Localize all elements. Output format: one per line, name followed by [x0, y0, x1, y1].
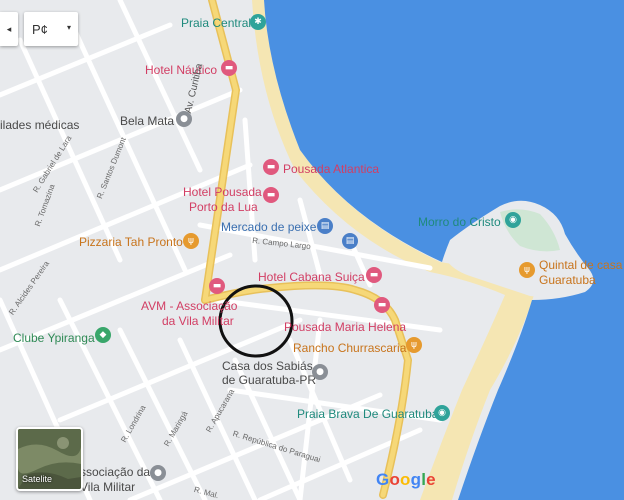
sports-icon[interactable]: ◆	[95, 327, 111, 343]
poi-bela-mata-label[interactable]: Bela Mata	[120, 114, 174, 128]
camera-icon[interactable]: ◉	[505, 212, 521, 228]
google-logo-letter: e	[426, 470, 436, 489]
poi-pousada-atlantica-label[interactable]: Pousada Atlantica	[283, 162, 379, 176]
map-base-layer	[0, 0, 624, 500]
google-logo-letter: o	[389, 470, 401, 489]
poi-hotel-nautico-label[interactable]: Hotel Náutico	[145, 63, 217, 77]
google-logo-letter: g	[410, 470, 422, 489]
hotel-icon[interactable]: ▬	[263, 159, 279, 175]
poi-mercado-label[interactable]: Mercado de peixe	[221, 220, 316, 234]
satellite-toggle-button[interactable]: Satelite	[16, 427, 83, 491]
google-logo: Google	[376, 470, 436, 490]
satellite-label: Satelite	[22, 474, 53, 484]
camera-icon[interactable]: ◉	[434, 405, 450, 421]
poi-rancho-label[interactable]: Rancho Churrascaria	[293, 341, 406, 355]
poi-praia-brava-label[interactable]: Praia Brava De Guaratuba	[297, 407, 438, 421]
hotel-icon[interactable]: ▬	[209, 278, 225, 294]
poi-praia-central-label[interactable]: Praia Central	[181, 16, 251, 30]
chevron-down-icon: ▾	[66, 23, 71, 32]
map-type-select[interactable]: P¢ ▾	[24, 12, 78, 46]
hotel-icon[interactable]: ▬	[374, 297, 390, 313]
restaurant-icon[interactable]: ψ	[183, 233, 199, 249]
poi-associacao-label-2[interactable]: Vila Militar	[80, 480, 135, 494]
poi-quintal-label-1[interactable]: Quintal de casa	[539, 258, 622, 272]
location-pin-icon[interactable]: ●	[150, 465, 166, 481]
poi-hotel-pousada-label-2[interactable]: Porto da Lua	[189, 200, 258, 214]
collapse-panel-button[interactable]: ◂	[0, 12, 18, 46]
hotel-icon[interactable]: ▬	[263, 187, 279, 203]
google-logo-letter: G	[376, 470, 390, 489]
poi-casa-sabias-label-1[interactable]: Casa dos Sabiás	[222, 359, 313, 373]
poi-avm-label-2[interactable]: da Vila Militar	[162, 314, 234, 328]
chevron-left-icon: ◂	[6, 24, 12, 34]
hotel-icon[interactable]: ▬	[221, 60, 237, 76]
poi-pousada-maria-label[interactable]: Pousada Maria Helena	[284, 320, 406, 334]
poi-morro-do-cristo-label[interactable]: Morro do Cristo	[418, 215, 501, 229]
hotel-icon[interactable]: ▬	[366, 267, 382, 283]
beach-icon[interactable]: ✱	[250, 14, 266, 30]
poi-pizzaria-label[interactable]: Pizzaria Tah Pronto	[79, 235, 183, 249]
map-canvas[interactable]: ◂ P¢ ▾ Praia Central ✱ Hotel Náutico ▬ i…	[0, 0, 624, 500]
map-type-value: P¢	[32, 22, 48, 37]
poi-casa-sabias-label-2[interactable]: de Guaratuba-PR	[222, 373, 316, 387]
poi-quintal-label-2[interactable]: Guaratuba	[539, 273, 596, 287]
restaurant-icon[interactable]: ψ	[406, 337, 422, 353]
poi-lades-medicas-label[interactable]: ilades médicas	[0, 118, 79, 132]
shopping-icon[interactable]: ▤	[342, 233, 358, 249]
poi-hotel-cabana-label[interactable]: Hotel Cabana Suiça	[258, 270, 365, 284]
poi-associacao-label-1[interactable]: ssociação da	[80, 465, 150, 479]
location-pin-icon[interactable]: ●	[312, 364, 328, 380]
poi-clube-label[interactable]: Clube Ypiranga	[13, 331, 95, 345]
restaurant-icon[interactable]: ψ	[519, 262, 535, 278]
poi-avm-label-1[interactable]: AVM - Associação	[141, 299, 237, 313]
shopping-icon[interactable]: ▤	[317, 218, 333, 234]
google-logo-letter: o	[400, 470, 411, 489]
poi-hotel-pousada-label-1[interactable]: Hotel Pousada	[183, 185, 262, 199]
